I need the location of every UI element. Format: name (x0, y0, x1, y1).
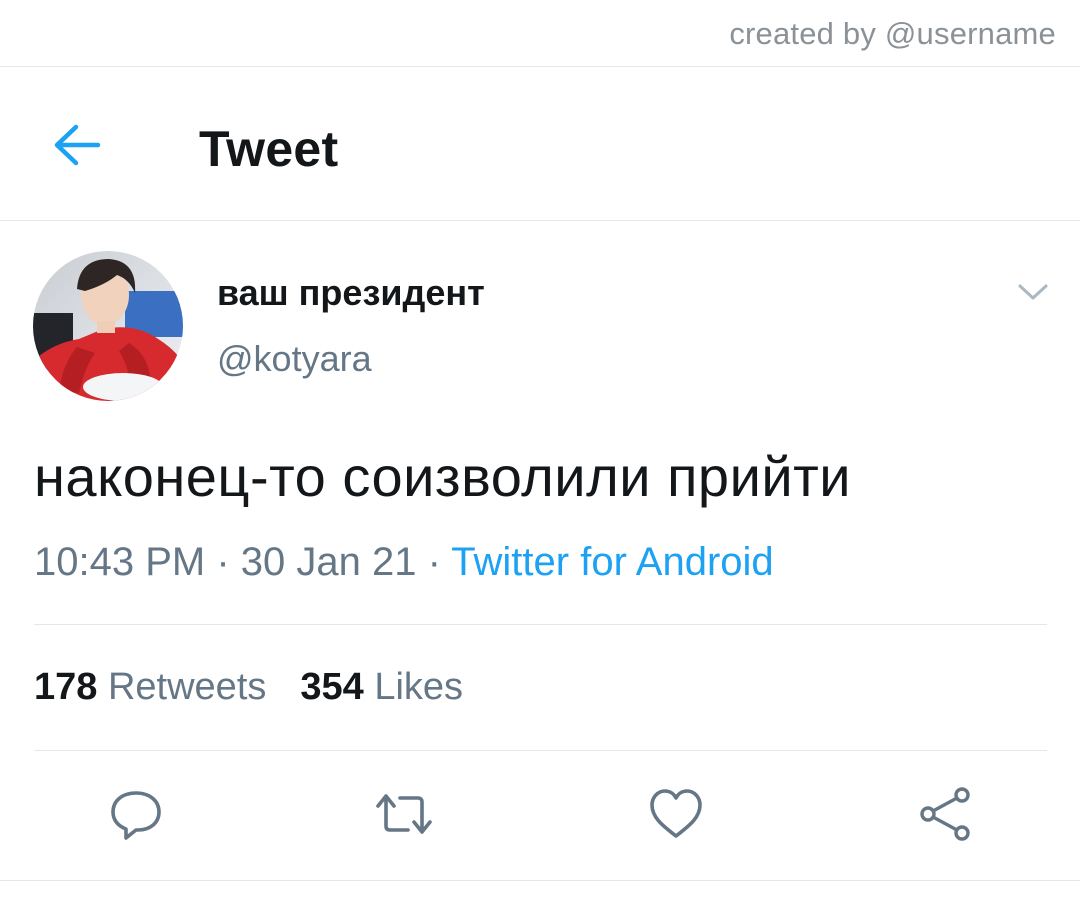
tweet-time: 10:43 PM (34, 540, 206, 584)
header-divider (0, 220, 1080, 221)
avatar[interactable] (33, 251, 183, 401)
retweet-button[interactable] (374, 786, 434, 842)
app-header: Tweet (0, 68, 1080, 220)
retweets-count: 178 (34, 666, 98, 708)
tweet-options-button[interactable] (1016, 280, 1050, 304)
like-heart-icon (650, 789, 702, 838)
share-icon (920, 787, 970, 841)
like-button[interactable] (646, 786, 706, 842)
tweet-stats: 178 Retweets 354 Likes (34, 666, 463, 709)
chevron-down-icon (1018, 284, 1048, 300)
likes-count: 354 (300, 666, 364, 708)
tweet-source-link[interactable]: Twitter for Android (451, 540, 773, 584)
meta-separator: · (416, 540, 452, 584)
meta-separator: · (205, 540, 241, 584)
back-button[interactable] (50, 122, 104, 168)
reply-button[interactable] (106, 786, 166, 842)
share-button[interactable] (916, 786, 976, 842)
tweet-text: наконец-то соизволили прийти (34, 445, 852, 508)
page-title: Tweet (199, 121, 339, 177)
bottom-divider (0, 880, 1080, 881)
likes-stat[interactable]: 354 Likes (300, 666, 463, 708)
tweet-detail-screen: created by @username Tweet ваш президент… (0, 0, 1080, 898)
avatar-photo (33, 251, 183, 401)
retweet-icon (376, 794, 432, 834)
top-divider (0, 66, 1080, 67)
meta-divider (34, 624, 1047, 625)
author-handle[interactable]: @kotyara (217, 338, 372, 380)
likes-label: Likes (374, 666, 464, 708)
retweets-stat[interactable]: 178 Retweets (34, 666, 266, 708)
tweet-date: 30 Jan 21 (240, 540, 417, 584)
retweets-label: Retweets (107, 666, 267, 708)
author-display-name[interactable]: ваш президент (217, 272, 485, 314)
watermark-credit: created by @username (729, 16, 1056, 51)
stats-divider (34, 750, 1047, 751)
tweet-metadata: 10:43 PM · 30 Jan 21 · Twitter for Andro… (34, 540, 774, 585)
reply-icon (111, 791, 161, 840)
arrow-left-icon (54, 124, 101, 166)
